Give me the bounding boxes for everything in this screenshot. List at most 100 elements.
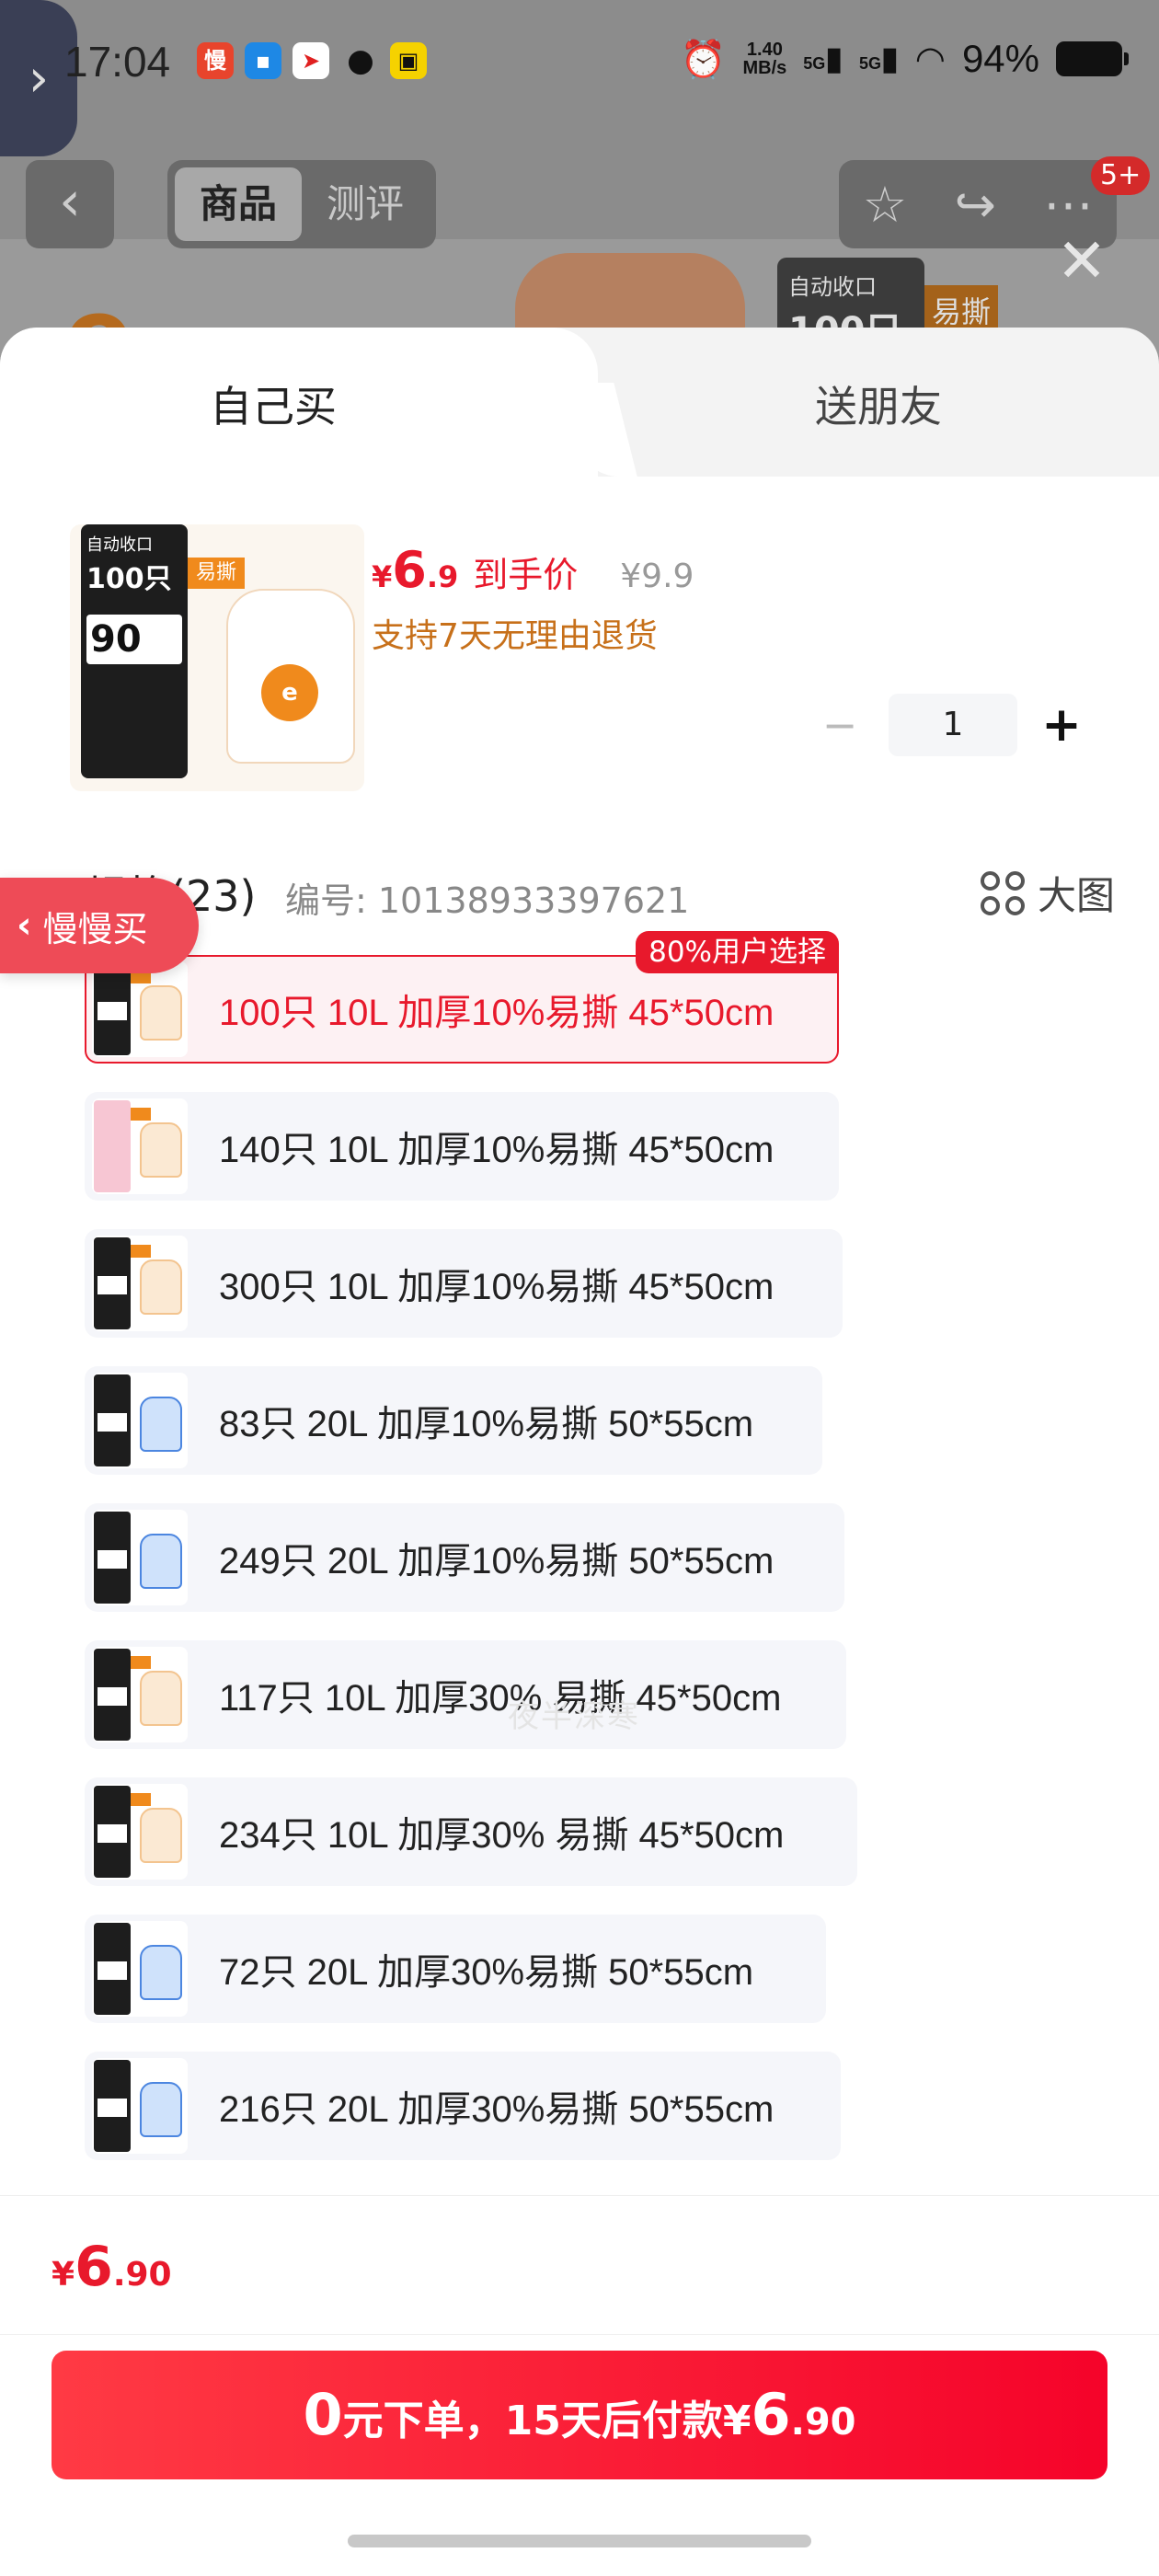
watermark: 夜半深寒 [508,1698,640,1735]
bottom-price-symbol: ¥ [52,2256,75,2294]
alarm-icon: ⏰ [680,39,727,80]
spec-option[interactable]: 100只 10L 加厚10%易撕 45*50cm 80%用户选择 [85,931,839,1064]
spec-option-label: 140只 10L 加厚10%易撕 45*50cm [219,1130,775,1170]
thumbnail-bag: e [226,589,355,764]
original-price: ¥9.9 [620,558,694,595]
signal-label-2: 5G [859,54,882,73]
big-image-label: 大图 [1037,873,1115,918]
app-icon-blue: ▪ [245,42,281,79]
bottom-price: ¥6.90 [52,2235,172,2299]
spec-thumbnail [92,2058,188,2154]
product-code: 编号: 10138933397621 [285,880,690,921]
quantity-plus-button[interactable]: + [1034,697,1089,753]
star-icon: ☆ [862,175,908,234]
thumbnail-line1: 自动收口 [86,535,153,555]
price-integer: 6 [392,541,427,599]
spec-option-label: 216只 20L 加厚30%易撕 50*55cm [219,2089,775,2130]
purchase-tabs: 自己买 送朋友 [0,328,1159,477]
big-image-button[interactable]: 大图 [980,865,1115,921]
price-line: ¥6.9 到手价 ¥9.9 [372,541,694,599]
app-icon-arrow: ➤ [293,42,329,79]
net-speed: 1.40 MB/s [743,40,787,77]
thumbnail-packaging: 自动收口 100只 90 [81,524,188,778]
spec-option[interactable]: 140只 10L 加厚10%易撕 45*50cm [85,1092,839,1201]
status-time: 17:04 [64,38,171,86]
buy-button-text: 元下单，15天后付款¥ [342,2398,752,2444]
close-icon[interactable]: ✕ [1054,231,1109,292]
hero-card-line1: 自动收口 [788,274,877,300]
spec-option[interactable]: 300只 10L 加厚10%易撕 45*50cm [85,1229,843,1338]
wechat-icon: ● [347,42,374,79]
spec-thumbnail [92,1510,188,1605]
signal-icon-1: 5G▮ [803,41,843,76]
bottom-price-decimal: .90 [112,2256,172,2294]
battery-icon [1056,41,1129,76]
spec-thumbnail [92,1373,188,1468]
spec-thumbnail [92,1921,188,2017]
price-decimal: .9 [426,559,459,594]
wifi-icon: ◠ [914,40,946,79]
tab-gift-friend[interactable]: 送朋友 [598,328,1159,477]
spec-option[interactable]: 234只 10L 加厚30% 易撕 45*50cm [85,1777,857,1886]
spec-thumbnail [92,1784,188,1880]
hero-card-tag: 易撕 [924,285,998,331]
sheet-content: 自动收口 100只 90 易撕 e ¥6.9 到手价 ¥9.9 支持7天无理由退… [33,477,1126,2188]
signal-label-1: 5G [803,54,826,73]
spec-header: 规格(23) 编号: 10138933397621 大图 [85,863,1115,927]
segment-product: 商品 [175,167,302,241]
buy-button-price-integer: 6 [751,2381,791,2448]
background-nav: ‹ 商品 测评 ☆ ↪ ⋯ 5+ [0,156,1159,258]
app-icon-manman: 慢 [197,42,234,79]
product-thumbnail[interactable]: 自动收口 100只 90 易撕 e [70,524,364,791]
spec-option[interactable]: 72只 20L 加厚30%易撕 50*55cm [85,1915,826,2023]
tab-buy-self-label: 自己买 [210,382,337,431]
bottom-price-integer: 6 [75,2235,113,2299]
status-right: ⏰ 1.40 MB/s 5G▮ 5G▮ ◠ 94% [680,37,1129,81]
buy-button-price-decimal: .90 [790,2401,856,2444]
background-segment: 商品 测评 [167,160,436,248]
spec-option[interactable]: 249只 20L 加厚10%易撕 50*55cm [85,1503,844,1612]
thumbnail-line2: 100只 [86,563,172,595]
status-bar: › 17:04 慢 ▪ ➤ ● ▣ ⏰ 1.40 MB/s 5G▮ 5G▮ ◠ … [0,0,1159,156]
spec-list: 100只 10L 加厚10%易撕 45*50cm 80%用户选择 140只 10… [85,931,1115,2189]
net-speed-unit: MB/s [742,58,787,78]
battery-percent: 94% [961,37,1039,80]
spec-thumbnail [92,1647,188,1742]
spec-option-label: 72只 20L 加厚30%易撕 50*55cm [219,1952,754,1993]
spec-thumbnail [92,961,188,1057]
back-icon: ‹ [26,160,114,248]
spec-option[interactable]: 83只 20L 加厚10%易撕 50*55cm [85,1366,822,1475]
final-price: ¥6.9 [372,541,458,599]
spec-option-label: 83只 20L 加厚10%易撕 50*55cm [219,1404,754,1444]
spec-option[interactable]: 216只 20L 加厚30%易撕 50*55cm [85,2052,841,2160]
home-indicator[interactable] [348,2535,811,2547]
spec-option-label: 249只 20L 加厚10%易撕 50*55cm [219,1541,775,1581]
spec-option-label: 234只 10L 加厚30% 易撕 45*50cm [219,1815,785,1856]
return-policy: 支持7天无理由退货 [372,617,658,655]
tab-gift-friend-label: 送朋友 [815,382,942,431]
thumbnail-logo: e [261,664,318,721]
quantity-minus-button[interactable]: − [808,700,872,750]
thumbnail-tag: 易撕 [188,558,245,589]
tab-buy-self[interactable]: 自己买 [0,328,598,477]
spec-option-label: 117只 10L 加厚30% 易撕 45*50cm [219,1678,782,1719]
bottom-bar: ¥6.90 0元下单，15天后付款¥6.90 [0,2195,1159,2576]
spec-option[interactable]: 117只 10L 加厚30% 易撕 45*50cm [85,1640,846,1749]
quantity-input[interactable]: 1 [889,694,1017,756]
grid-icon [980,870,1025,915]
segment-review: 测评 [326,181,404,226]
pay-later-order-button[interactable]: 0元下单，15天后付款¥6.90 [52,2351,1107,2479]
final-price-label: 到手价 [473,555,579,595]
spec-thumbnail [92,1098,188,1194]
price-symbol: ¥ [372,559,393,594]
spec-option-label: 300只 10L 加厚10%易撕 45*50cm [219,1267,775,1307]
slow-buy-label: 慢慢买 [42,908,148,949]
app-icon-yellow: ▣ [390,42,427,79]
signal-icon-2: 5G▮ [859,41,899,76]
popular-choice-badge: 80%用户选择 [636,931,839,973]
message-badge: 5+ [1091,156,1151,195]
net-speed-value: 1.40 [746,40,783,60]
thumbnail-size: 90 [86,615,182,664]
slow-buy-button[interactable]: ‹ 慢慢买 [0,878,199,973]
chevron-left-icon: ‹ [17,904,32,947]
